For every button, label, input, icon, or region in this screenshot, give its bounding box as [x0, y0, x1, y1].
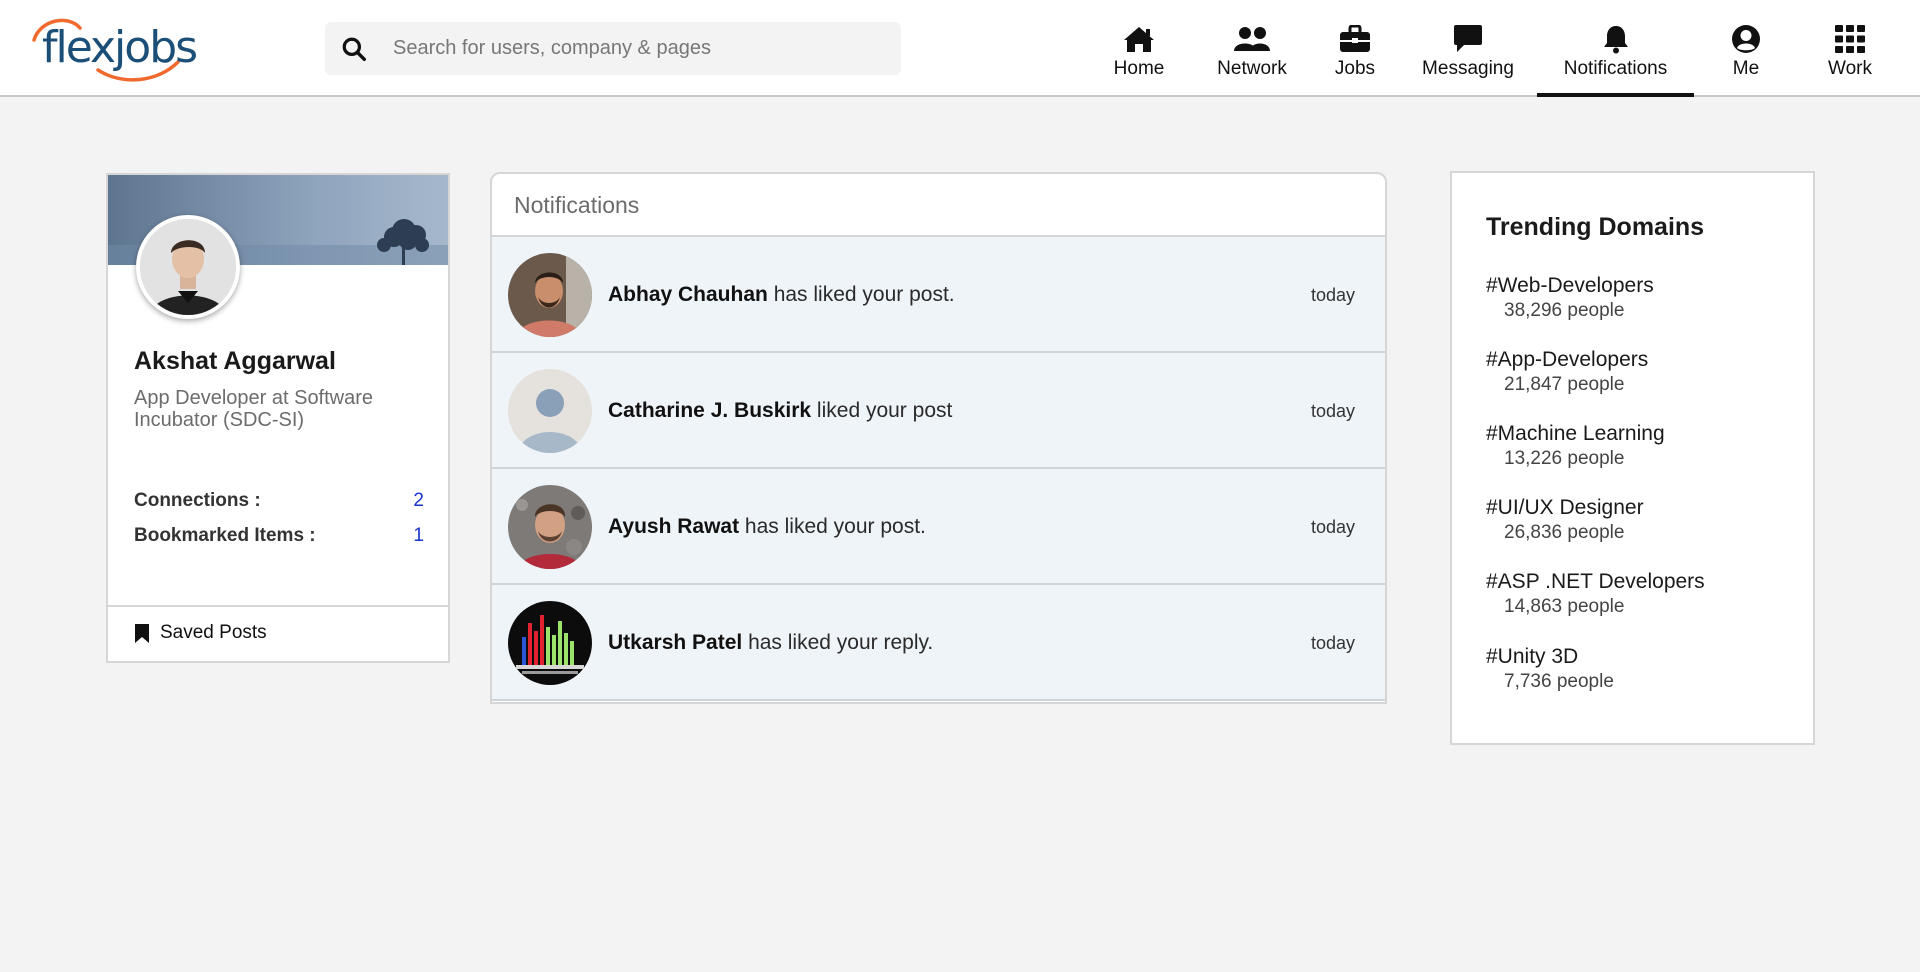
notification-item[interactable]: Catharine J. Buskirk liked your post tod…: [492, 353, 1385, 469]
connections-label: Connections :: [134, 490, 261, 511]
notification-action: has liked your post.: [767, 283, 955, 306]
profile-divider: [108, 605, 448, 607]
notification-item[interactable]: Utkarsh Patel has liked your reply. toda…: [492, 585, 1385, 701]
bookmarks-count: 1: [413, 525, 424, 546]
profile-headline: App Developer at Software Incubator (SDC…: [134, 387, 374, 431]
notification-action: liked your post: [811, 399, 953, 422]
notification-avatar-placeholder[interactable]: [508, 369, 592, 453]
logo-text: flexjobs: [42, 22, 198, 73]
trending-count: 26,836 people: [1504, 522, 1625, 543]
notification-user-name[interactable]: Ayush Rawat: [608, 515, 739, 538]
trending-tag[interactable]: #ASP .NET Developers: [1486, 570, 1705, 594]
top-navbar: flexjobs Home Network Jobs Messaging: [0, 0, 1920, 97]
nav-notifications[interactable]: Notifications: [1537, 0, 1694, 97]
connections-stat[interactable]: Connections : 2: [134, 490, 424, 512]
nav-jobs[interactable]: Jobs: [1333, 0, 1377, 97]
trending-count: 38,296 people: [1504, 300, 1625, 321]
people-icon: [1233, 24, 1271, 54]
notification-text: Utkarsh Patel has liked your reply.: [608, 631, 933, 655]
trending-count: 14,863 people: [1504, 596, 1625, 617]
trending-item[interactable]: #Machine Learning 13,226 people: [1486, 422, 1665, 470]
notification-item[interactable]: Ayush Rawat has liked your post. today: [492, 469, 1385, 585]
trending-tag[interactable]: #Machine Learning: [1486, 422, 1665, 446]
nav-home[interactable]: Home: [1107, 0, 1171, 97]
nav-jobs-label: Jobs: [1334, 58, 1376, 79]
briefcase-icon: [1339, 24, 1371, 54]
bookmarks-stat[interactable]: Bookmarked Items : 1: [134, 525, 424, 547]
notification-action: has liked your post.: [739, 515, 926, 538]
trending-title: Trending Domains: [1486, 213, 1705, 241]
trending-item[interactable]: #Web-Developers 38,296 people: [1486, 274, 1654, 322]
nav-me[interactable]: Me: [1725, 0, 1767, 97]
notification-user-name[interactable]: Catharine J. Buskirk: [608, 399, 811, 422]
notification-user-name[interactable]: Utkarsh Patel: [608, 631, 742, 654]
connections-count: 2: [413, 490, 424, 511]
flexjobs-logo[interactable]: flexjobs: [28, 14, 198, 84]
notifications-panel: Notifications Abhay Chauhan has liked yo…: [490, 172, 1387, 704]
home-icon: [1123, 24, 1155, 54]
bell-icon: [1602, 24, 1630, 54]
trending-item[interactable]: #UI/UX Designer 26,836 people: [1486, 496, 1644, 544]
nav-work[interactable]: Work: [1823, 0, 1877, 97]
trending-tag[interactable]: #UI/UX Designer: [1486, 496, 1644, 520]
notification-avatar[interactable]: [508, 601, 592, 685]
notification-time: today: [1310, 633, 1355, 653]
profile-name[interactable]: Akshat Aggarwal: [134, 347, 336, 376]
bookmark-icon: [135, 623, 149, 643]
trending-item[interactable]: #ASP .NET Developers 14,863 people: [1486, 570, 1705, 618]
nav-messaging[interactable]: Messaging: [1422, 0, 1514, 97]
trending-domains-card: Trending Domains #Web-Developers 38,296 …: [1450, 171, 1815, 745]
nav-messaging-label: Messaging: [1422, 58, 1514, 79]
nav-notifications-label: Notifications: [1563, 58, 1668, 79]
nav-me-label: Me: [1732, 58, 1760, 79]
notifications-title: Notifications: [492, 174, 1385, 237]
notification-item[interactable]: Abhay Chauhan has liked your post. today: [492, 237, 1385, 353]
grid-icon: [1835, 24, 1865, 54]
notification-time: today: [1310, 285, 1355, 305]
notification-avatar[interactable]: [508, 485, 592, 569]
notification-time: today: [1310, 517, 1355, 537]
notification-action: has liked your reply.: [742, 631, 934, 654]
nav-home-label: Home: [1113, 58, 1165, 79]
trending-count: 13,226 people: [1504, 448, 1625, 469]
search-input[interactable]: [393, 22, 883, 75]
notification-avatar[interactable]: [508, 253, 592, 337]
profile-card: Akshat Aggarwal App Developer at Softwar…: [106, 173, 450, 663]
message-icon: [1453, 24, 1483, 54]
notification-user-name[interactable]: Abhay Chauhan: [608, 283, 768, 306]
search-icon: [342, 37, 367, 62]
trending-item[interactable]: #App-Developers 21,847 people: [1486, 348, 1648, 396]
search-bar[interactable]: [325, 22, 901, 75]
nav-network[interactable]: Network: [1212, 0, 1292, 97]
trending-item[interactable]: #Unity 3D 7,736 people: [1486, 645, 1614, 693]
nav-network-label: Network: [1217, 58, 1287, 79]
notification-time: today: [1310, 401, 1355, 421]
trending-count: 21,847 people: [1504, 374, 1625, 395]
trending-count: 7,736 people: [1504, 671, 1614, 692]
saved-posts-label: Saved Posts: [160, 622, 267, 643]
notification-text: Ayush Rawat has liked your post.: [608, 515, 926, 539]
trending-tag[interactable]: #Web-Developers: [1486, 274, 1654, 298]
bookmarks-label: Bookmarked Items :: [134, 525, 316, 546]
profile-avatar[interactable]: [136, 215, 240, 319]
notification-text: Abhay Chauhan has liked your post.: [608, 283, 955, 307]
trending-tag[interactable]: #App-Developers: [1486, 348, 1648, 372]
user-circle-icon: [1731, 24, 1761, 54]
trending-tag[interactable]: #Unity 3D: [1486, 645, 1614, 669]
nav-work-label: Work: [1828, 58, 1872, 79]
saved-posts-link[interactable]: Saved Posts: [134, 622, 267, 644]
notification-text: Catharine J. Buskirk liked your post: [608, 399, 952, 423]
